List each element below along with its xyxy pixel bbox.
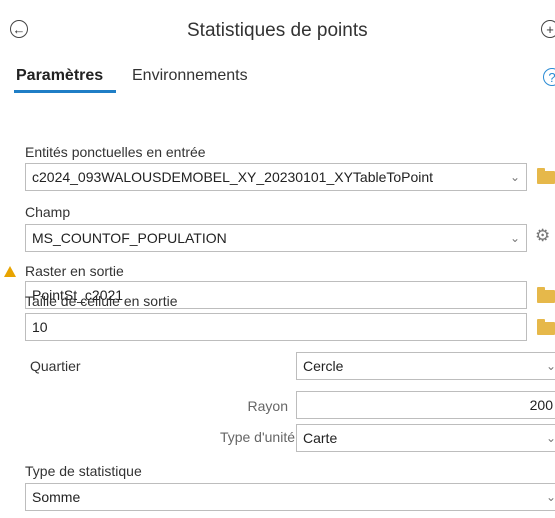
tab-environnements[interactable]: Environnements <box>132 67 248 85</box>
field-label: Champ <box>25 204 71 220</box>
statistic-type-label: Type de statistique <box>25 463 142 479</box>
folder-icon[interactable] <box>537 319 555 335</box>
neighborhood-dropdown[interactable]: Cercle <box>296 352 555 380</box>
output-raster-label: Raster en sortie <box>25 263 124 279</box>
neighborhood-label: Quartier <box>30 358 81 374</box>
gear-icon[interactable]: ⚙ <box>535 226 550 246</box>
statistic-type-dropdown[interactable]: Somme <box>25 483 555 511</box>
unit-type-label: Type d'unité <box>219 429 295 445</box>
field-value: MS_COUNTOF_POPULATION <box>32 230 227 246</box>
folder-icon[interactable] <box>537 168 555 184</box>
chevron-down-icon[interactable]: ⌄ <box>510 170 520 184</box>
chevron-down-icon[interactable]: ⌄ <box>546 359 555 373</box>
add-icon[interactable]: + <box>541 20 555 38</box>
chevron-down-icon[interactable]: ⌄ <box>546 431 555 445</box>
active-tab-indicator <box>14 90 116 93</box>
statistic-type-value: Somme <box>32 489 81 505</box>
unit-type-value: Carte <box>303 430 338 446</box>
back-icon[interactable]: ← <box>10 20 28 38</box>
input-features-dropdown[interactable]: c2024_093WALOUSDEMOBEL_XY_20230101_XYTab… <box>25 163 527 191</box>
radius-input[interactable]: 200 <box>296 391 555 419</box>
cell-size-label: Taille de cellule en sortie <box>25 293 178 309</box>
warning-icon <box>4 266 16 277</box>
chevron-down-icon[interactable]: ⌄ <box>546 490 555 504</box>
tool-title: Statistiques de points <box>187 20 368 41</box>
input-features-label: Entités ponctuelles en entrée <box>25 144 206 160</box>
cell-size-input[interactable]: 10 <box>25 313 527 341</box>
field-dropdown[interactable]: MS_COUNTOF_POPULATION <box>25 224 527 252</box>
radius-value: 200 <box>529 397 553 413</box>
neighborhood-value: Cercle <box>303 358 344 374</box>
radius-label: Rayon <box>247 398 288 414</box>
folder-icon[interactable] <box>537 287 555 303</box>
tab-parametres[interactable]: Paramètres <box>16 67 103 85</box>
unit-type-dropdown[interactable]: Carte <box>296 424 555 452</box>
help-icon[interactable]: ? <box>543 68 555 86</box>
input-features-value: c2024_093WALOUSDEMOBEL_XY_20230101_XYTab… <box>32 169 434 185</box>
cell-size-value: 10 <box>32 319 48 335</box>
chevron-down-icon[interactable]: ⌄ <box>510 231 520 245</box>
